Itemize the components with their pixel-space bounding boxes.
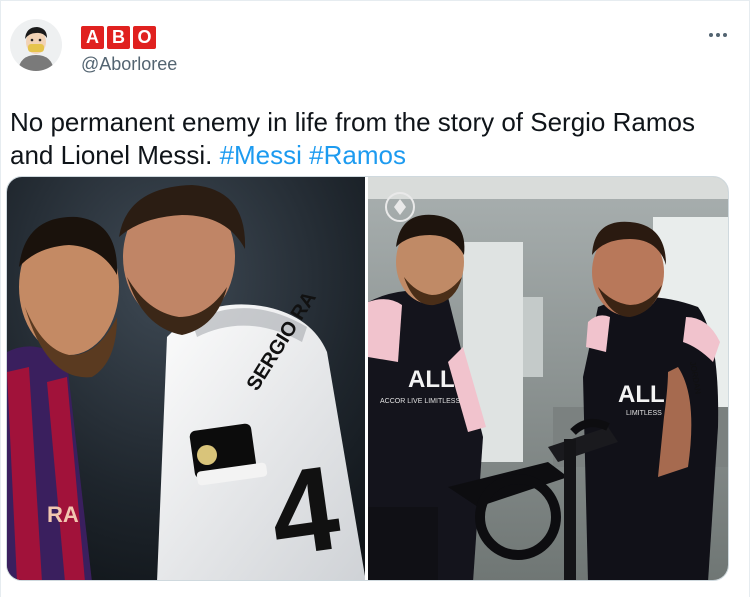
photo-left[interactable]: SERGIO RA 4 RA <box>7 177 365 580</box>
more-dots-icon[interactable] <box>704 25 732 45</box>
dot <box>723 33 727 37</box>
author-handle[interactable]: @Aborloree <box>81 54 177 75</box>
photo-right-image: ALL ACCOR LIVE LIMITLESS ALL LIMITLESS J… <box>368 177 728 580</box>
photo-left-image: SERGIO RA 4 RA <box>7 177 365 580</box>
tweet-header: A B O @Aborloree <box>1 1 750 93</box>
dot <box>709 33 713 37</box>
right-shirt-subtext-right: LIMITLESS <box>626 410 662 417</box>
name-letter: B <box>107 26 130 49</box>
dot <box>716 33 720 37</box>
left-shirt-text: RA <box>47 502 79 527</box>
right-shirt-text-left: ALL <box>408 366 455 393</box>
tweet-card: A B O @Aborloree No permanent enemy in l… <box>0 0 750 597</box>
name-letter: O <box>133 26 156 49</box>
hashtag-ramos[interactable]: #Ramos <box>309 140 406 170</box>
author-display-name[interactable]: A B O <box>81 26 156 49</box>
hashtag-messi[interactable]: #Messi <box>220 140 302 170</box>
cartoon-avatar-icon <box>10 19 62 71</box>
right-shirt-subtext-left: ACCOR LIVE LIMITLESS <box>380 398 460 405</box>
author-avatar[interactable] <box>10 19 62 71</box>
right-shirt-text-right: ALL <box>618 381 665 408</box>
media-grid: SERGIO RA 4 RA ALL ACCOR LIVE LIMITLESS … <box>6 176 729 581</box>
photo-right[interactable]: ALL ACCOR LIVE LIMITLESS ALL LIMITLESS J… <box>368 177 728 580</box>
name-letter: A <box>81 26 104 49</box>
tweet-text: No permanent enemy in life from the stor… <box>10 106 730 172</box>
